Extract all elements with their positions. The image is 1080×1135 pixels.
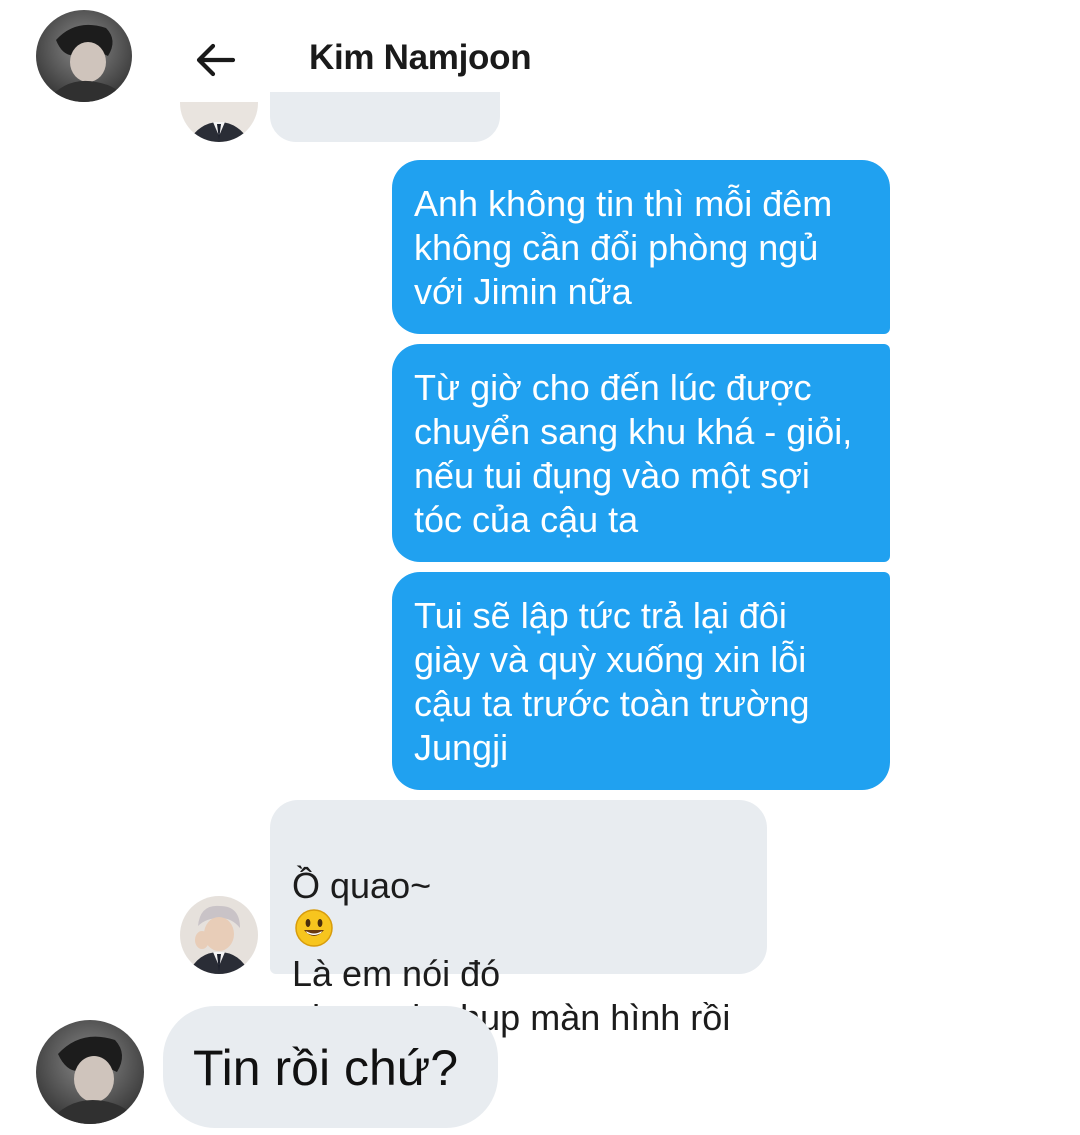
message-bubble-outgoing: Tui sẽ lập tức trả lại đôi giày và quỳ x… bbox=[392, 572, 890, 790]
arrow-left-icon[interactable] bbox=[193, 39, 237, 81]
chat-screen: Kim Namjoon Anh không tin thì mỗi đêm kh… bbox=[0, 0, 1080, 1135]
message-bubble-outgoing: Anh không tin thì mỗi đêm không cần đổi … bbox=[392, 160, 890, 334]
message-text: Ồ quao~ bbox=[292, 865, 432, 906]
smiley-emoji-icon bbox=[295, 909, 333, 947]
reply-bubble: Tin rồi chứ? bbox=[163, 1006, 498, 1128]
message-bubble-incoming bbox=[270, 92, 500, 142]
page-title: Kim Namjoon bbox=[309, 38, 532, 77]
message-bubble-outgoing: Từ giờ cho đến lúc được chuyển sang khu … bbox=[392, 344, 890, 562]
profile-avatar[interactable] bbox=[36, 1020, 144, 1124]
message-bubble-incoming: Ồ quao~ Là em nói đó nha, anh chụp màn h… bbox=[270, 800, 767, 1082]
profile-avatar-image bbox=[36, 10, 132, 102]
contact-avatar[interactable] bbox=[180, 896, 258, 974]
profile-avatar[interactable] bbox=[36, 10, 132, 102]
